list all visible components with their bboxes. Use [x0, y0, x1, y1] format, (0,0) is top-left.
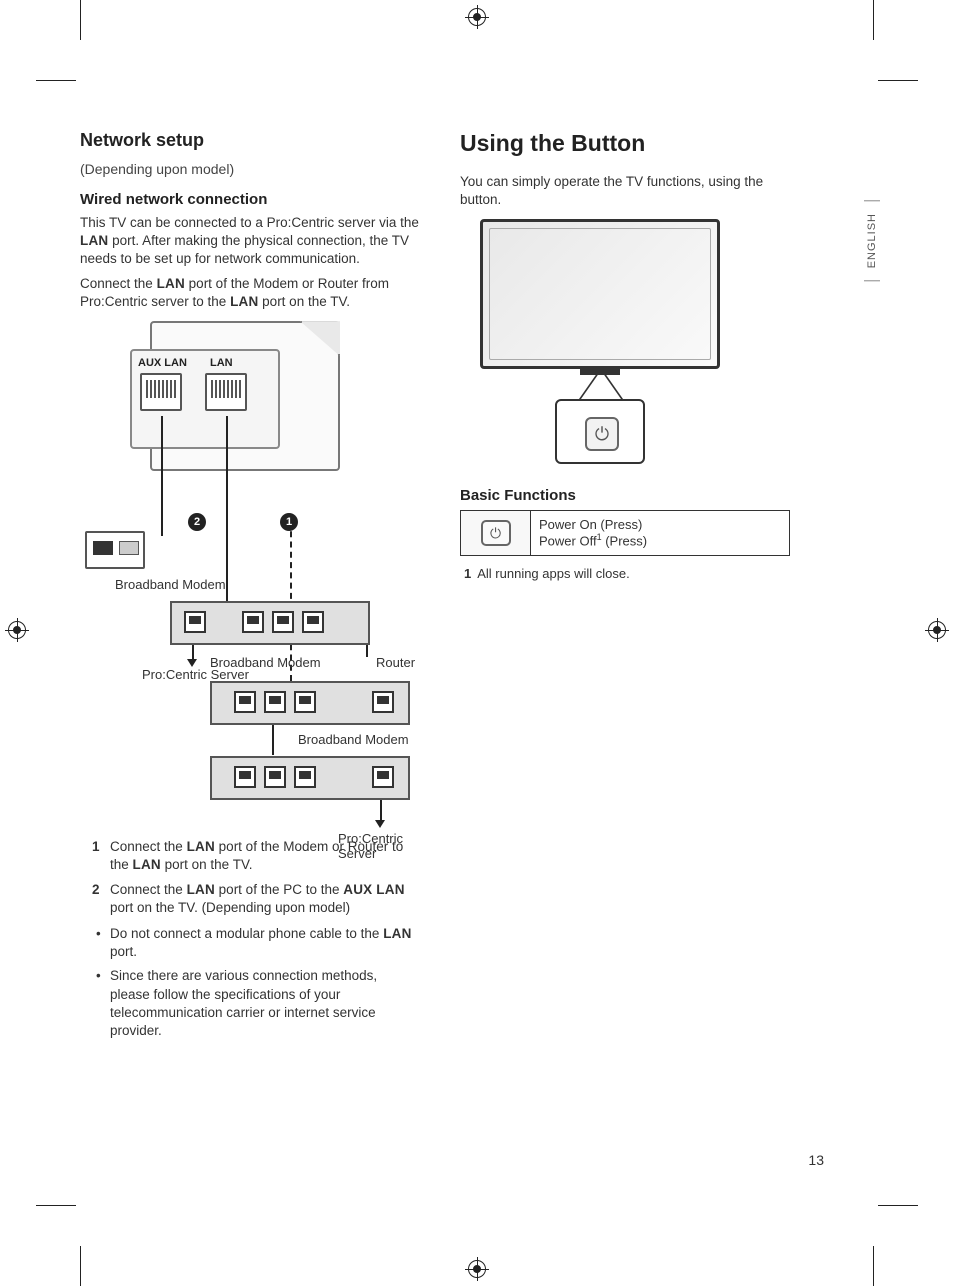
- using-button-intro: You can simply operate the TV functions,…: [460, 173, 790, 209]
- footnote: 1 All running apps will close.: [464, 566, 790, 581]
- notes-list: Do not connect a modular phone cable to …: [110, 925, 420, 1040]
- aux-lan-label: AUX LAN: [343, 882, 404, 897]
- lan-label: LAN: [133, 857, 161, 872]
- cable-line: [226, 416, 228, 601]
- device-box: [210, 756, 410, 800]
- text: Connect the: [80, 276, 157, 291]
- text: port of the PC to the: [215, 882, 343, 897]
- left-column: Network setup (Depending upon model) Wir…: [80, 130, 420, 1046]
- note-2: Since there are various connection metho…: [110, 967, 420, 1040]
- step-1: 1 Connect the LAN port of the Modem or R…: [110, 838, 420, 874]
- device-box: [210, 681, 410, 725]
- device-box: [170, 601, 370, 645]
- lan-label: LAN: [80, 233, 108, 248]
- lan-label: LAN: [187, 839, 215, 854]
- power-on-text: Power On (Press): [539, 517, 781, 532]
- small-modem-icon: [85, 531, 145, 569]
- arrow-icon: [187, 659, 197, 667]
- power-icon: ⏻: [585, 417, 619, 451]
- language-tab: ENGLISH: [864, 200, 880, 281]
- crop-mark: [36, 1205, 76, 1206]
- tv-illustration: ⏻: [480, 219, 750, 469]
- power-icon: ⏻: [481, 520, 511, 546]
- cable-line: [161, 416, 163, 536]
- button-callout-box: ⏻: [555, 399, 645, 464]
- step-number: 2: [92, 881, 100, 899]
- lan-port-icon: [205, 373, 247, 411]
- steps-list: 1 Connect the LAN port of the Modem or R…: [110, 838, 420, 917]
- page-content: ENGLISH Network setup (Depending upon mo…: [80, 0, 874, 1286]
- text: port on the TV.: [161, 857, 253, 872]
- text: port.: [110, 944, 137, 959]
- text: This TV can be connected to a Pro:Centri…: [80, 215, 419, 230]
- broadband-modem-label: Broadband Modem: [298, 732, 409, 747]
- step-number: 1: [92, 838, 100, 856]
- lan-port-label: LAN: [210, 357, 233, 369]
- note-1: Do not connect a modular phone cable to …: [110, 925, 420, 961]
- text: port. After making the physical connecti…: [80, 233, 409, 266]
- lan-label: LAN: [230, 294, 258, 309]
- lan-label: LAN: [383, 926, 411, 941]
- power-button-cell: ⏻: [461, 511, 531, 555]
- cable-line: [272, 725, 274, 755]
- registration-mark-right: [928, 621, 946, 639]
- network-diagram: AUX LAN LAN 1 2 Broadband Modem: [80, 321, 420, 826]
- lan-label: LAN: [157, 276, 185, 291]
- power-off-text: Power Off1 (Press): [539, 532, 781, 548]
- text: Do not connect a modular phone cable to …: [110, 926, 383, 941]
- wired-para-2: Connect the LAN port of the Modem or Rou…: [80, 275, 420, 311]
- right-column: Using the Button You can simply operate …: [460, 130, 790, 1046]
- cable-line: [380, 800, 382, 822]
- text: Connect the: [110, 839, 187, 854]
- broadband-modem-label: Broadband Modem: [210, 655, 321, 670]
- wired-para-1: This TV can be connected to a Pro:Centri…: [80, 214, 420, 269]
- step-2: 2 Connect the LAN port of the PC to the …: [110, 881, 420, 917]
- network-setup-heading: Network setup: [80, 130, 420, 151]
- broadband-modem-label: Broadband Modem: [115, 577, 226, 592]
- using-button-heading: Using the Button: [460, 130, 790, 157]
- footnote-number: 1: [464, 566, 471, 581]
- basic-functions-table: ⏻ Power On (Press) Power Off1 (Press): [460, 510, 790, 555]
- cable-line: [366, 645, 368, 657]
- text: (Press): [602, 534, 648, 549]
- lan-label: LAN: [187, 882, 215, 897]
- model-note: (Depending upon model): [80, 161, 420, 177]
- text: port on the TV.: [258, 294, 350, 309]
- aux-lan-port-icon: [140, 373, 182, 411]
- aux-lan-label: AUX LAN: [138, 357, 187, 369]
- basic-functions-heading: Basic Functions: [460, 487, 790, 504]
- tv-screen-icon: [480, 219, 720, 369]
- router-label: Router: [376, 655, 415, 670]
- text: Connect the: [110, 882, 187, 897]
- text: Power Off: [539, 534, 597, 549]
- crop-mark: [36, 80, 76, 81]
- wired-heading: Wired network connection: [80, 191, 420, 208]
- text: port on the TV. (Depending upon model): [110, 900, 350, 915]
- diagram-marker-2: 2: [188, 513, 206, 531]
- diagram-marker-1: 1: [280, 513, 298, 531]
- table-row: ⏻ Power On (Press) Power Off1 (Press): [461, 511, 790, 555]
- crop-mark: [878, 80, 918, 81]
- footnote-text: All running apps will close.: [477, 566, 629, 581]
- crop-mark: [878, 1205, 918, 1206]
- power-description-cell: Power On (Press) Power Off1 (Press): [531, 511, 790, 555]
- arrow-icon: [375, 820, 385, 828]
- registration-mark-left: [8, 621, 26, 639]
- page-number: 13: [808, 1152, 824, 1168]
